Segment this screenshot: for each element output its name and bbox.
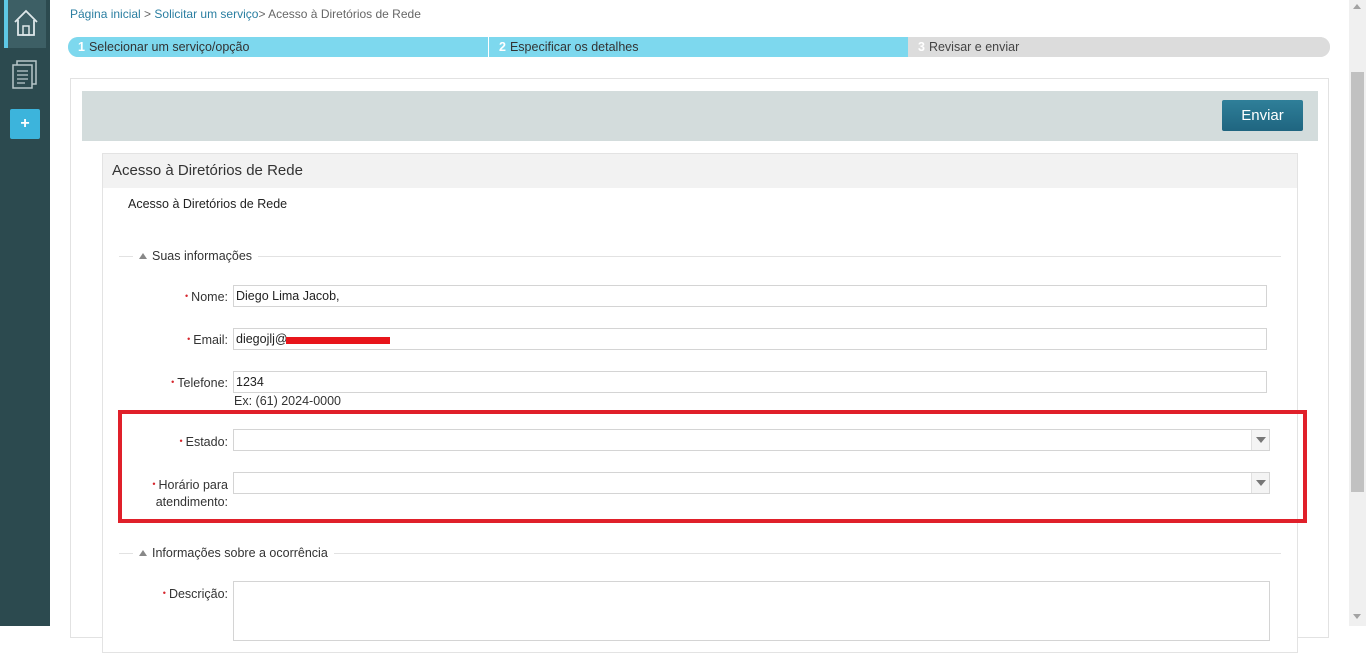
section-header[interactable]: Informações sobre a ocorrência [133,546,334,560]
step-number: 2 [499,40,506,54]
required-marker: • [185,291,189,301]
step-number: 1 [78,40,85,54]
description-label: • Descrição: [123,585,228,603]
state-label: • Estado: [123,433,228,451]
form-panel: Acesso à Diretórios de Rede Acesso à Dir… [102,153,1298,653]
step-label: Selecionar um serviço/opção [88,40,250,54]
required-marker: • [171,377,175,387]
phone-hint: Ex: (61) 2024-0000 [234,394,342,408]
name-field[interactable]: Diego Lima Jacob, [233,285,1267,307]
step-specify-details[interactable]: 2 Especificar os detalhes [488,37,908,57]
breadcrumb-home-link[interactable]: Página inicial [70,7,141,21]
state-select[interactable] [233,429,1270,451]
description-label-text: Descrição: [168,587,228,601]
breadcrumb-service-link[interactable]: Solicitar um serviço [154,7,258,21]
step-review-submit[interactable]: 3 Revisar e enviar [908,37,1330,57]
step-number: 3 [918,40,925,54]
email-label: • Email: [123,331,228,349]
step-select-service[interactable]: 1 Selecionar um serviço/opção [68,37,488,57]
scroll-down-arrow-icon[interactable] [1353,614,1361,619]
description-textarea[interactable] [233,581,1270,641]
email-value: diegojlj@ [236,332,288,346]
state-label-text: Estado: [185,435,228,449]
documents-icon [12,60,37,89]
redaction-mark [286,337,390,344]
section-header[interactable]: Suas informações [133,249,259,263]
dropdown-arrow-icon[interactable] [1251,430,1269,450]
phone-field[interactable]: 1234 [233,371,1267,393]
collapse-triangle-icon [139,550,147,556]
form-toolbar: Enviar [82,91,1318,141]
form-title: Acesso à Diretórios de Rede [103,154,1297,188]
phone-label: • Telefone: [123,374,228,392]
left-nav-rail: + [0,0,50,626]
name-label-text: Nome: [191,290,228,304]
requests-nav-button[interactable] [11,59,39,92]
schedule-label: • Horário para atendimento: [123,476,228,511]
dropdown-arrow-icon[interactable] [1251,473,1269,493]
phone-label-text: Telefone: [177,376,228,390]
section-title: Suas informações [152,249,253,263]
add-icon[interactable]: + [10,109,40,139]
name-label: • Nome: [123,288,228,306]
breadcrumb-separator: > [258,7,269,21]
schedule-select[interactable] [233,472,1270,494]
section-title: Informações sobre a ocorrência [152,546,328,560]
step-label: Revisar e enviar [928,40,1020,54]
breadcrumb-current: Acesso à Diretórios de Rede [268,7,421,21]
send-button[interactable]: Enviar [1222,100,1303,131]
required-marker: • [187,334,191,344]
section-your-info[interactable]: Suas informações [119,249,1281,263]
schedule-label-line2: atendimento: [155,495,228,509]
request-container: Enviar Acesso à Diretórios de Rede Acess… [70,78,1329,653]
home-icon [14,9,38,36]
section-divider [119,256,1281,257]
schedule-label-line1: Horário para [158,478,228,492]
form-subtitle: Acesso à Diretórios de Rede [128,197,288,211]
progress-steps: 1 Selecionar um serviço/opção 2 Especifica… [68,37,1330,57]
collapse-triangle-icon [139,253,147,259]
breadcrumb: Página inicial > Solicitar um serviço> A… [70,7,421,21]
scrollbar[interactable] [1349,0,1366,626]
required-marker: • [179,436,183,446]
required-marker: • [152,479,156,489]
scroll-up-arrow-icon[interactable] [1353,4,1361,9]
scroll-thumb[interactable] [1351,72,1364,492]
step-label: Especificar os detalhes [509,40,639,54]
section-occurrence-info[interactable]: Informações sobre a ocorrência [119,546,1281,560]
breadcrumb-separator: > [140,7,155,21]
required-marker: • [162,588,166,598]
email-field[interactable]: diegojlj@ [233,328,1267,350]
home-nav-button[interactable] [4,0,46,48]
email-label-text: Email: [193,333,228,347]
